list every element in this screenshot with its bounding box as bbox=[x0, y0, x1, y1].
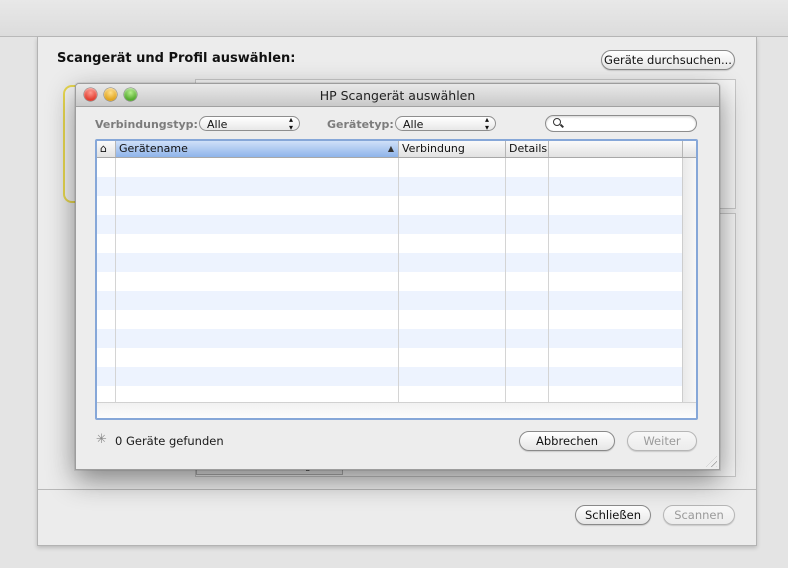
table-row[interactable] bbox=[97, 196, 682, 215]
table-row[interactable] bbox=[97, 329, 682, 348]
column-header-connection[interactable]: Verbindung bbox=[399, 141, 506, 157]
dialog-titlebar[interactable]: HP Scangerät auswählen bbox=[76, 84, 719, 107]
spinner-icon: ✳ bbox=[96, 432, 107, 447]
table-header: ⌂ Gerätename ▲ Verbindung Details bbox=[97, 141, 696, 158]
horizontal-scrollbar[interactable] bbox=[97, 402, 696, 418]
device-select-dialog: HP Scangerät auswählen Verbindungstyp: A… bbox=[75, 83, 720, 470]
parent-window-divider bbox=[38, 489, 756, 490]
device-table: ⌂ Gerätename ▲ Verbindung Details bbox=[95, 139, 698, 420]
search-input[interactable] bbox=[545, 115, 697, 132]
table-row[interactable] bbox=[97, 234, 682, 253]
table-row[interactable] bbox=[97, 253, 682, 272]
device-type-label: Gerätetyp: bbox=[327, 118, 394, 131]
column-divider bbox=[115, 158, 116, 402]
table-row[interactable] bbox=[97, 310, 682, 329]
dialog-title: HP Scangerät auswählen bbox=[319, 88, 476, 103]
table-row[interactable] bbox=[97, 272, 682, 291]
table-row[interactable] bbox=[97, 215, 682, 234]
column-header-device-name-label: Gerätename bbox=[119, 142, 188, 155]
close-button[interactable]: Schließen bbox=[575, 505, 651, 525]
popup-arrows-icon: ▴ ▾ bbox=[288, 115, 293, 132]
table-row[interactable] bbox=[97, 177, 682, 196]
status-label: 0 Geräte gefunden bbox=[115, 434, 224, 448]
sort-up-icon: ▲ bbox=[387, 144, 394, 153]
home-icon[interactable]: ⌂ bbox=[97, 141, 116, 157]
next-button[interactable]: Weiter bbox=[627, 431, 697, 451]
column-divider bbox=[548, 158, 549, 402]
column-divider bbox=[505, 158, 506, 402]
column-header-device-name[interactable]: Gerätename ▲ bbox=[116, 141, 399, 157]
desktop-toolbar bbox=[0, 0, 788, 37]
column-header-details[interactable]: Details bbox=[506, 141, 549, 157]
resize-grip-icon[interactable] bbox=[706, 456, 717, 467]
connection-type-value: Alle bbox=[207, 118, 228, 131]
column-divider bbox=[398, 158, 399, 402]
column-header-empty[interactable] bbox=[549, 141, 683, 157]
connection-type-select[interactable]: Alle ▴ ▾ bbox=[199, 115, 300, 132]
device-type-select[interactable]: Alle ▴ ▾ bbox=[395, 115, 496, 132]
table-row[interactable] bbox=[97, 291, 682, 310]
cancel-button[interactable]: Abbrechen bbox=[519, 431, 615, 451]
browse-devices-button[interactable]: Geräte durchsuchen... bbox=[601, 50, 735, 70]
scan-button[interactable]: Scannen bbox=[663, 505, 735, 525]
parent-window-title: Scangerät und Profil auswählen: bbox=[57, 51, 296, 66]
table-row[interactable] bbox=[97, 367, 682, 386]
table-rows bbox=[97, 158, 682, 386]
magnifier-icon bbox=[553, 118, 561, 126]
connection-type-label: Verbindungstyp: bbox=[95, 118, 198, 131]
vertical-scrollbar[interactable] bbox=[682, 158, 696, 402]
device-type-value: Alle bbox=[403, 118, 424, 131]
table-row[interactable] bbox=[97, 158, 682, 177]
popup-arrows-icon: ▴ ▾ bbox=[484, 115, 489, 132]
table-row[interactable] bbox=[97, 348, 682, 367]
column-header-corner bbox=[683, 141, 696, 157]
